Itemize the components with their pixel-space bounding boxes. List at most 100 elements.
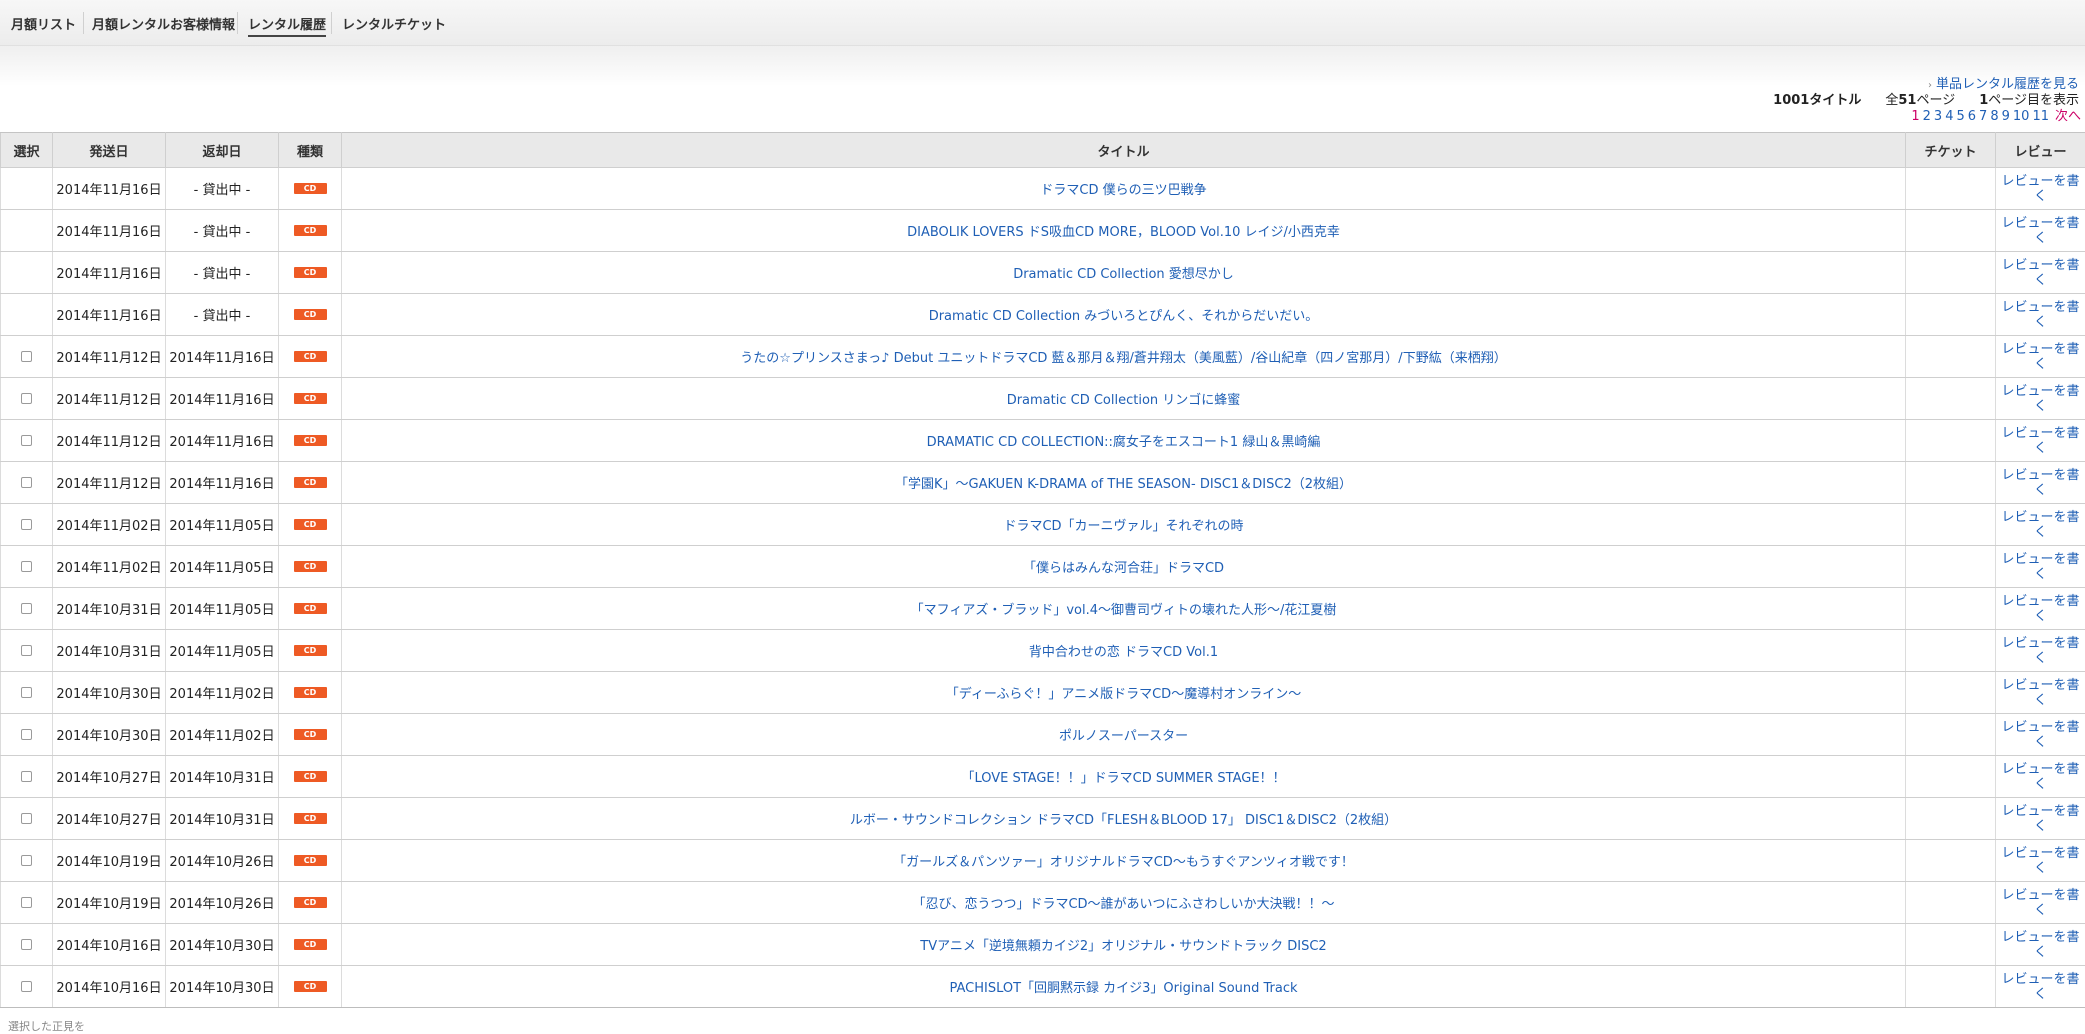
table-row: 2014年10月19日2014年10月26日CD「ガールズ＆パンツァー」オリジナ… (1, 840, 2085, 882)
title-link[interactable]: PACHISLOT「回胴黙示録 カイジ3」Original Sound Trac… (949, 981, 1297, 996)
row-checkbox[interactable] (21, 855, 32, 866)
row-checkbox[interactable] (21, 813, 32, 824)
page-link-7[interactable]: 7 (1979, 109, 1987, 124)
title-link[interactable]: 「学園K」〜GAKUEN K-DRAMA of THE SEASON- DISC… (895, 477, 1352, 492)
title-link[interactable]: 「ディーふらぐ！」アニメ版ドラマCD〜魔導村オンライン〜 (946, 687, 1301, 702)
cd-type-badge: CD (294, 435, 327, 446)
page-link-8[interactable]: 8 (1990, 109, 1998, 124)
write-review-link[interactable]: レビューを書く (2000, 510, 2082, 540)
select-cell (1, 168, 53, 210)
write-review-link[interactable]: レビューを書く (2000, 216, 2082, 246)
pagination: 1234567891011 次へ (1908, 105, 2081, 124)
page-link-4[interactable]: 4 (1945, 109, 1953, 124)
ticket-cell (1906, 798, 1996, 840)
page-link-10[interactable]: 10 (2013, 109, 2030, 124)
ticket-cell (1906, 672, 1996, 714)
select-cell (1, 294, 53, 336)
page-link-11[interactable]: 11 (2032, 109, 2049, 124)
cd-type-badge: CD (294, 645, 327, 656)
row-checkbox[interactable] (21, 603, 32, 614)
write-review-link[interactable]: レビューを書く (2000, 342, 2082, 372)
page-link-6[interactable]: 6 (1968, 109, 1976, 124)
ship-date: 2014年10月31日 (53, 588, 166, 630)
write-review-link[interactable]: レビューを書く (2000, 804, 2082, 834)
page-link-5[interactable]: 5 (1956, 109, 1964, 124)
title-link[interactable]: 「忍び、恋うつつ」ドラマCD〜誰があいつにふさわしいか大決戦！！〜 (912, 897, 1334, 912)
tab-rental-ticket[interactable]: レンタルチケット (342, 14, 446, 33)
write-review-link[interactable]: レビューを書く (2000, 636, 2082, 666)
row-checkbox[interactable] (21, 435, 32, 446)
row-checkbox[interactable] (21, 771, 32, 782)
title-link[interactable]: DIABOLIK LOVERS ドS吸血CD MORE，BLOOD Vol.10… (907, 225, 1340, 240)
pages-prefix: 全 (1885, 93, 1898, 108)
write-review-link[interactable]: レビューを書く (2000, 720, 2082, 750)
write-review-link[interactable]: レビューを書く (2000, 300, 2082, 330)
write-review-link[interactable]: レビューを書く (2000, 426, 2082, 456)
tab-rental-history[interactable]: レンタル履歴 (248, 14, 326, 37)
row-checkbox[interactable] (21, 729, 32, 740)
title-link[interactable]: TVアニメ「逆境無頼カイジ2」オリジナル・サウンドトラック DISC2 (920, 939, 1326, 954)
write-review-link[interactable]: レビューを書く (2000, 468, 2082, 498)
page-link-2[interactable]: 2 (1923, 109, 1931, 124)
row-checkbox[interactable] (21, 393, 32, 404)
title-link[interactable]: Dramatic CD Collection 愛想尽かし (1013, 267, 1234, 282)
page-link-3[interactable]: 3 (1934, 109, 1942, 124)
title-link[interactable]: 背中合わせの恋 ドラマCD Vol.1 (1029, 645, 1218, 660)
title-link[interactable]: ルボー・サウンドコレクション ドラマCD「FLESH＆BLOOD 17」 DIS… (850, 813, 1397, 828)
row-checkbox[interactable] (21, 981, 32, 992)
row-checkbox[interactable] (21, 477, 32, 488)
title-link[interactable]: 「ガールズ＆パンツァー」オリジナルドラマCD〜もうすぐアンツィオ戦です！ (893, 855, 1354, 870)
title-link[interactable]: Dramatic CD Collection みづいろとぴんく、それからだいだい… (929, 309, 1319, 324)
title-link[interactable]: ドラマCD「カーニヴァル」それぞれの時 (1003, 519, 1243, 534)
table-row: 2014年11月12日2014年11月16日CDDRAMATIC CD COLL… (1, 420, 2085, 462)
write-review-link[interactable]: レビューを書く (2000, 846, 2082, 876)
write-review-link[interactable]: レビューを書く (2000, 594, 2082, 624)
row-checkbox[interactable] (21, 939, 32, 950)
write-review-link[interactable]: レビューを書く (2000, 762, 2082, 792)
return-date: 2014年11月05日 (166, 630, 279, 672)
write-review-link[interactable]: レビューを書く (2000, 384, 2082, 414)
write-review-link[interactable]: レビューを書く (2000, 930, 2082, 960)
cd-type-badge: CD (294, 393, 327, 404)
next-page-link[interactable]: 次へ (2055, 109, 2081, 124)
page-link-1[interactable]: 1 (1911, 109, 1919, 124)
write-review-link[interactable]: レビューを書く (2000, 888, 2082, 918)
write-review-link[interactable]: レビューを書く (2000, 972, 2082, 1002)
write-review-link[interactable]: レビューを書く (2000, 258, 2082, 288)
ticket-cell (1906, 588, 1996, 630)
row-checkbox[interactable] (21, 561, 32, 572)
title-link[interactable]: 「僕らはみんな河合荘」ドラマCD (1023, 561, 1224, 576)
tab-monthly-rental-customer-info[interactable]: 月額レンタルお客様情報 (92, 14, 235, 33)
page-link-9[interactable]: 9 (2002, 109, 2010, 124)
table-row: 2014年11月16日- 貸出中 -CDドラマCD 僕らの三ツ巴戦争レビューを書… (1, 168, 2085, 210)
title-link[interactable]: ドラマCD 僕らの三ツ巴戦争 (1040, 183, 1206, 198)
row-checkbox[interactable] (21, 687, 32, 698)
write-review-link[interactable]: レビューを書く (2000, 678, 2082, 708)
title-cell: Dramatic CD Collection みづいろとぴんく、それからだいだい… (342, 294, 1906, 336)
type-cell: CD (279, 672, 342, 714)
title-link[interactable]: Dramatic CD Collection リンゴに蜂蜜 (1007, 393, 1241, 408)
type-cell: CD (279, 588, 342, 630)
ship-date: 2014年11月02日 (53, 546, 166, 588)
write-review-link[interactable]: レビューを書く (2000, 174, 2082, 204)
title-link[interactable]: DRAMATIC CD COLLECTION::腐女子をエスコート1 緑山＆黒崎… (927, 435, 1321, 450)
select-cell (1, 504, 53, 546)
row-checkbox[interactable] (21, 519, 32, 530)
title-link[interactable]: ポルノスーパースター (1059, 729, 1188, 744)
table-row: 2014年10月19日2014年10月26日CD「忍び、恋うつつ」ドラマCD〜誰… (1, 882, 2085, 924)
ship-date: 2014年10月30日 (53, 672, 166, 714)
review-cell: レビューを書く (1996, 672, 2085, 714)
header-shade (0, 46, 2085, 86)
title-link[interactable]: 「LOVE STAGE！！」ドラマCD SUMMER STAGE！！ (961, 771, 1285, 786)
write-review-link[interactable]: レビューを書く (2000, 552, 2082, 582)
row-checkbox[interactable] (21, 351, 32, 362)
ship-date: 2014年11月16日 (53, 210, 166, 252)
ticket-cell (1906, 630, 1996, 672)
title-link[interactable]: 「マフィアズ・ブラッド」vol.4〜御曹司ヴィトの壊れた人形〜/花江夏樹 (911, 603, 1337, 618)
ship-date: 2014年10月30日 (53, 714, 166, 756)
row-checkbox[interactable] (21, 897, 32, 908)
row-checkbox[interactable] (21, 645, 32, 656)
title-link[interactable]: うたの☆プリンスさまっ♪ Debut ユニットドラマCD 藍＆那月＆翔/蒼井翔太… (740, 351, 1506, 366)
ticket-cell (1906, 714, 1996, 756)
tab-monthly-list[interactable]: 月額リスト (11, 14, 76, 33)
